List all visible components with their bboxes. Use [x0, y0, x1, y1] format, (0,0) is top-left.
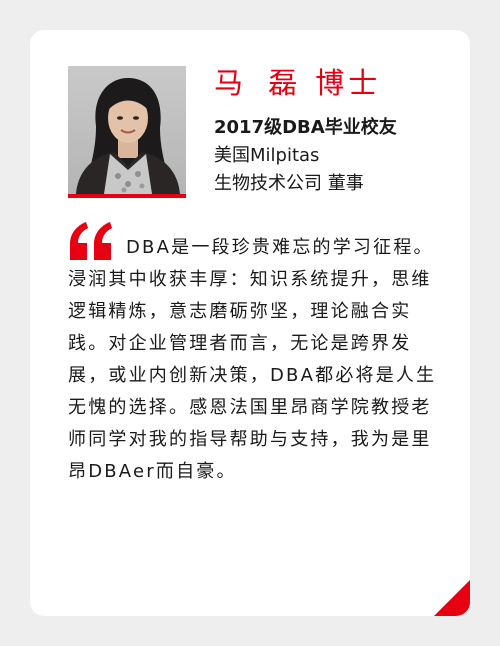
person-title: 博士 — [315, 66, 382, 100]
company-role: 生物技术公司 董事 — [214, 173, 364, 194]
person-name: 马 磊 — [214, 66, 306, 100]
corner-accent — [434, 580, 470, 616]
portrait-photo — [68, 66, 186, 198]
name-heading: 马 磊 博士 — [214, 66, 381, 100]
portrait-illustration — [76, 78, 180, 194]
alumni-label: 2017级DBA毕业校友 — [214, 117, 397, 138]
testimonial-card: 马 磊 博士 2017级DBA毕业校友 美国Milpitas 生物技术公司 董事… — [30, 30, 470, 616]
company-location: 美国Milpitas — [214, 145, 320, 166]
testimonial-quote: DBA是一段珍贵难忘的学习征程。浸润其中收获丰厚：知识系统提升，思维逻辑精炼，意… — [68, 237, 437, 482]
